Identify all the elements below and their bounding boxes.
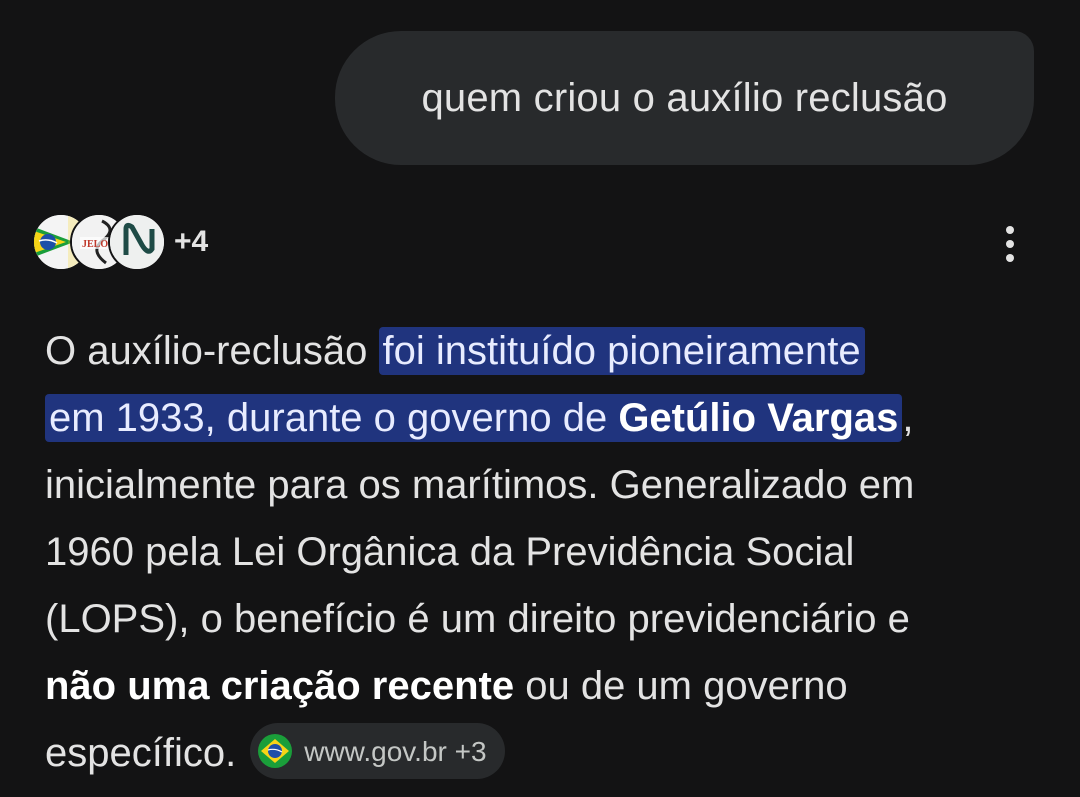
user-message-bubble[interactable]: quem criou o auxílio reclusão: [335, 31, 1034, 165]
answer-text: O auxílio-reclusão foi instituído pionei…: [45, 318, 1055, 787]
answer-line-5: (LOPS), o benefício é um direito previde…: [45, 597, 910, 641]
brazil-flag-icon: [258, 734, 293, 769]
answer-text-segment: ,: [902, 396, 914, 440]
answer-line-3: inicialmente para os marítimos. Generali…: [45, 463, 915, 507]
lens-logo-icon: [108, 213, 166, 271]
answer-text-segment: ou de um governo: [514, 664, 848, 708]
sources-button[interactable]: JELO +4: [32, 212, 208, 272]
answer-line-1: O auxílio-reclusão foi instituído pionei…: [45, 318, 1055, 385]
highlight-bold-text: Getúlio Vargas: [618, 396, 899, 440]
citation-chip-label: www.gov.br +3: [304, 735, 487, 767]
highlight-text: em 1933, durante o governo de: [49, 396, 608, 440]
answer-text-segment: específico.: [45, 731, 237, 775]
highlighted-claim-cont[interactable]: em 1933, durante o governo de Getúlio Va…: [45, 394, 903, 442]
user-message-text: quem criou o auxílio reclusão: [421, 75, 948, 120]
more-sources-count: +4: [174, 225, 209, 258]
answer-line-2: em 1933, durante o governo de Getúlio Va…: [45, 385, 1055, 452]
answer-text-segment: O auxílio-reclusão: [45, 329, 368, 373]
answer-line-4: 1960 pela Lei Orgânica da Previdência So…: [45, 530, 855, 574]
bold-text: não uma criação recente: [45, 664, 515, 708]
answer-line-6: não uma criação recente ou de um governo: [45, 653, 1055, 720]
highlighted-claim[interactable]: foi instituído pioneiramente: [378, 327, 865, 375]
svg-text:JELO: JELO: [82, 239, 108, 250]
answer-line-7: específico. www.gov.br +3: [45, 720, 1055, 787]
more-vert-icon[interactable]: [992, 222, 1028, 266]
citation-chip[interactable]: www.gov.br +3: [250, 723, 505, 780]
